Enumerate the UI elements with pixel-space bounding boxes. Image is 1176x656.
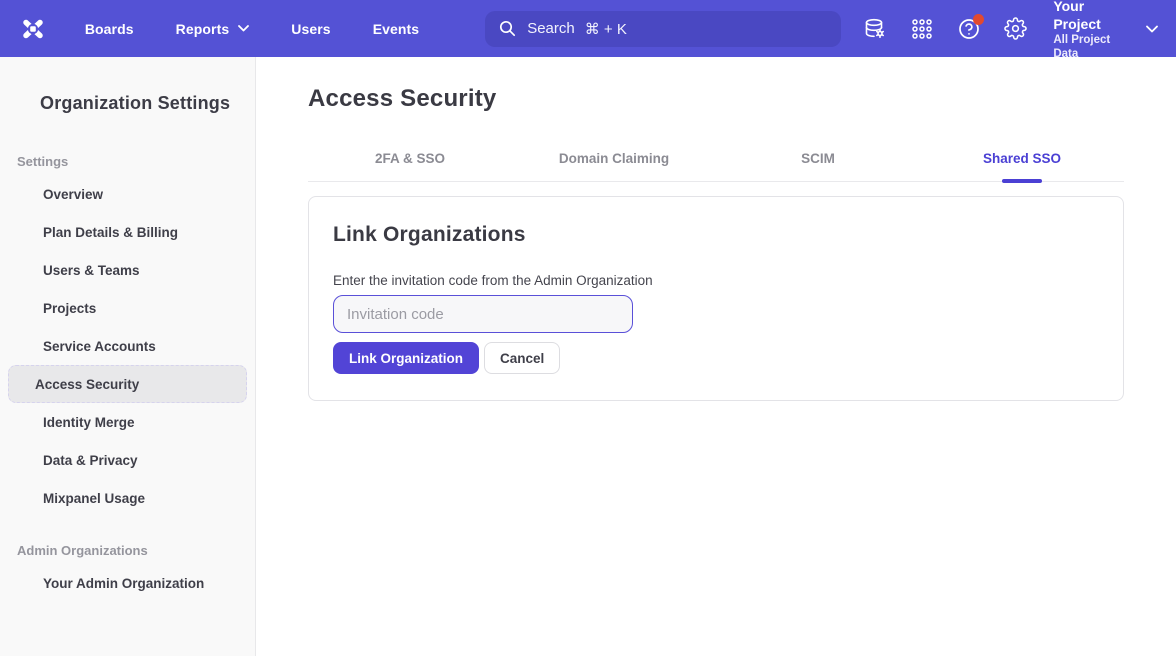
project-name: Your Project <box>1053 0 1132 33</box>
mixpanel-logo[interactable] <box>18 13 49 45</box>
sidebar-item-projects[interactable]: Projects <box>8 289 247 327</box>
settings-gear-icon[interactable] <box>1003 16 1028 42</box>
tab-2fa-sso[interactable]: 2FA & SSO <box>308 141 512 181</box>
top-navigation-bar: Boards Reports Users Events Search ⌘ + K <box>0 0 1176 57</box>
sidebar-item-label: Identity Merge <box>43 415 135 430</box>
nav-links: Boards Reports Users Events <box>85 21 461 37</box>
sidebar-item-label: Projects <box>43 301 96 316</box>
tab-label: 2FA & SSO <box>375 151 445 166</box>
cancel-button[interactable]: Cancel <box>484 342 560 374</box>
sidebar-item-service-accounts[interactable]: Service Accounts <box>8 327 247 365</box>
nav-item-boards[interactable]: Boards <box>85 21 134 37</box>
search-icon <box>499 20 516 37</box>
page-title: Access Security <box>308 85 1124 113</box>
tab-domain-claiming[interactable]: Domain Claiming <box>512 141 716 181</box>
link-organizations-card: Link Organizations Enter the invitation … <box>308 196 1124 401</box>
link-organization-button[interactable]: Link Organization <box>333 342 479 374</box>
invitation-code-input[interactable] <box>333 295 633 333</box>
nav-item-label: Reports <box>176 21 230 37</box>
nav-item-label: Boards <box>85 21 134 37</box>
sidebar-item-label: Mixpanel Usage <box>43 491 145 506</box>
sidebar-item-label: Access Security <box>35 377 139 392</box>
sidebar-item-mixpanel-usage[interactable]: Mixpanel Usage <box>8 479 247 517</box>
sidebar-item-users-teams[interactable]: Users & Teams <box>8 251 247 289</box>
nav-item-label: Users <box>291 21 330 37</box>
active-tab-indicator <box>1002 179 1042 183</box>
tab-label: Domain Claiming <box>559 151 669 166</box>
search-placeholder: Search <box>527 20 575 37</box>
chevron-down-icon <box>238 25 249 32</box>
sidebar-item-overview[interactable]: Overview <box>8 175 247 213</box>
sidebar-item-plan-details-billing[interactable]: Plan Details & Billing <box>8 213 247 251</box>
tab-shared-sso[interactable]: Shared SSO <box>920 141 1124 181</box>
sidebar-item-label: Data & Privacy <box>43 453 138 468</box>
global-search-input[interactable]: Search ⌘ + K <box>485 11 841 47</box>
sidebar-item-label: Your Admin Organization <box>43 576 204 591</box>
nav-right-cluster: Your Project All Project Data <box>841 0 1158 61</box>
apps-grid-icon[interactable] <box>910 16 935 42</box>
button-row: Link Organization Cancel <box>333 342 1099 374</box>
sidebar-item-label: Service Accounts <box>43 339 156 354</box>
settings-sidebar: Organization Settings Settings Overview … <box>0 57 256 656</box>
sidebar-item-data-privacy[interactable]: Data & Privacy <box>8 441 247 479</box>
sidebar-section-admin-organizations: Admin Organizations <box>17 543 255 558</box>
data-management-icon[interactable] <box>863 16 888 42</box>
sidebar-item-label: Overview <box>43 187 103 202</box>
invitation-code-label: Enter the invitation code from the Admin… <box>333 273 1099 288</box>
sidebar-title: Organization Settings <box>40 93 255 114</box>
chevron-down-icon <box>1146 25 1158 33</box>
sidebar-item-label: Users & Teams <box>43 263 140 278</box>
help-icon[interactable] <box>956 16 981 42</box>
sidebar-item-label: Plan Details & Billing <box>43 225 178 240</box>
sidebar-item-access-security[interactable]: Access Security <box>8 365 247 403</box>
sidebar-section-settings: Settings <box>17 154 255 169</box>
sidebar-item-identity-merge[interactable]: Identity Merge <box>8 403 247 441</box>
tab-bar: 2FA & SSO Domain Claiming SCIM Shared SS… <box>308 141 1124 182</box>
project-switcher[interactable]: Your Project All Project Data <box>1053 0 1158 61</box>
tab-scim[interactable]: SCIM <box>716 141 920 181</box>
tab-label: SCIM <box>801 151 835 166</box>
tab-label: Shared SSO <box>983 151 1061 166</box>
card-title: Link Organizations <box>333 223 1099 247</box>
nav-item-events[interactable]: Events <box>373 21 420 37</box>
nav-item-reports[interactable]: Reports <box>176 21 250 37</box>
notification-dot <box>973 14 984 25</box>
search-shortcut: ⌘ + K <box>585 20 627 38</box>
nav-item-label: Events <box>373 21 420 37</box>
nav-item-users[interactable]: Users <box>291 21 330 37</box>
sidebar-item-your-admin-organization[interactable]: Your Admin Organization <box>8 564 247 602</box>
main-content: Access Security 2FA & SSO Domain Claimin… <box>256 57 1176 656</box>
